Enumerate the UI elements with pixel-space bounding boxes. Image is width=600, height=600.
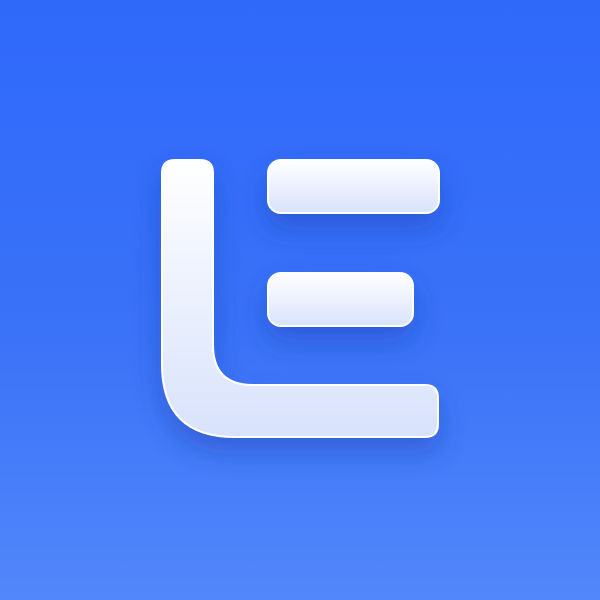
logo-middle-bar [267, 272, 414, 327]
logo-top-bar [267, 159, 440, 214]
app-icon [0, 0, 600, 600]
le-logo-icon [161, 159, 440, 438]
